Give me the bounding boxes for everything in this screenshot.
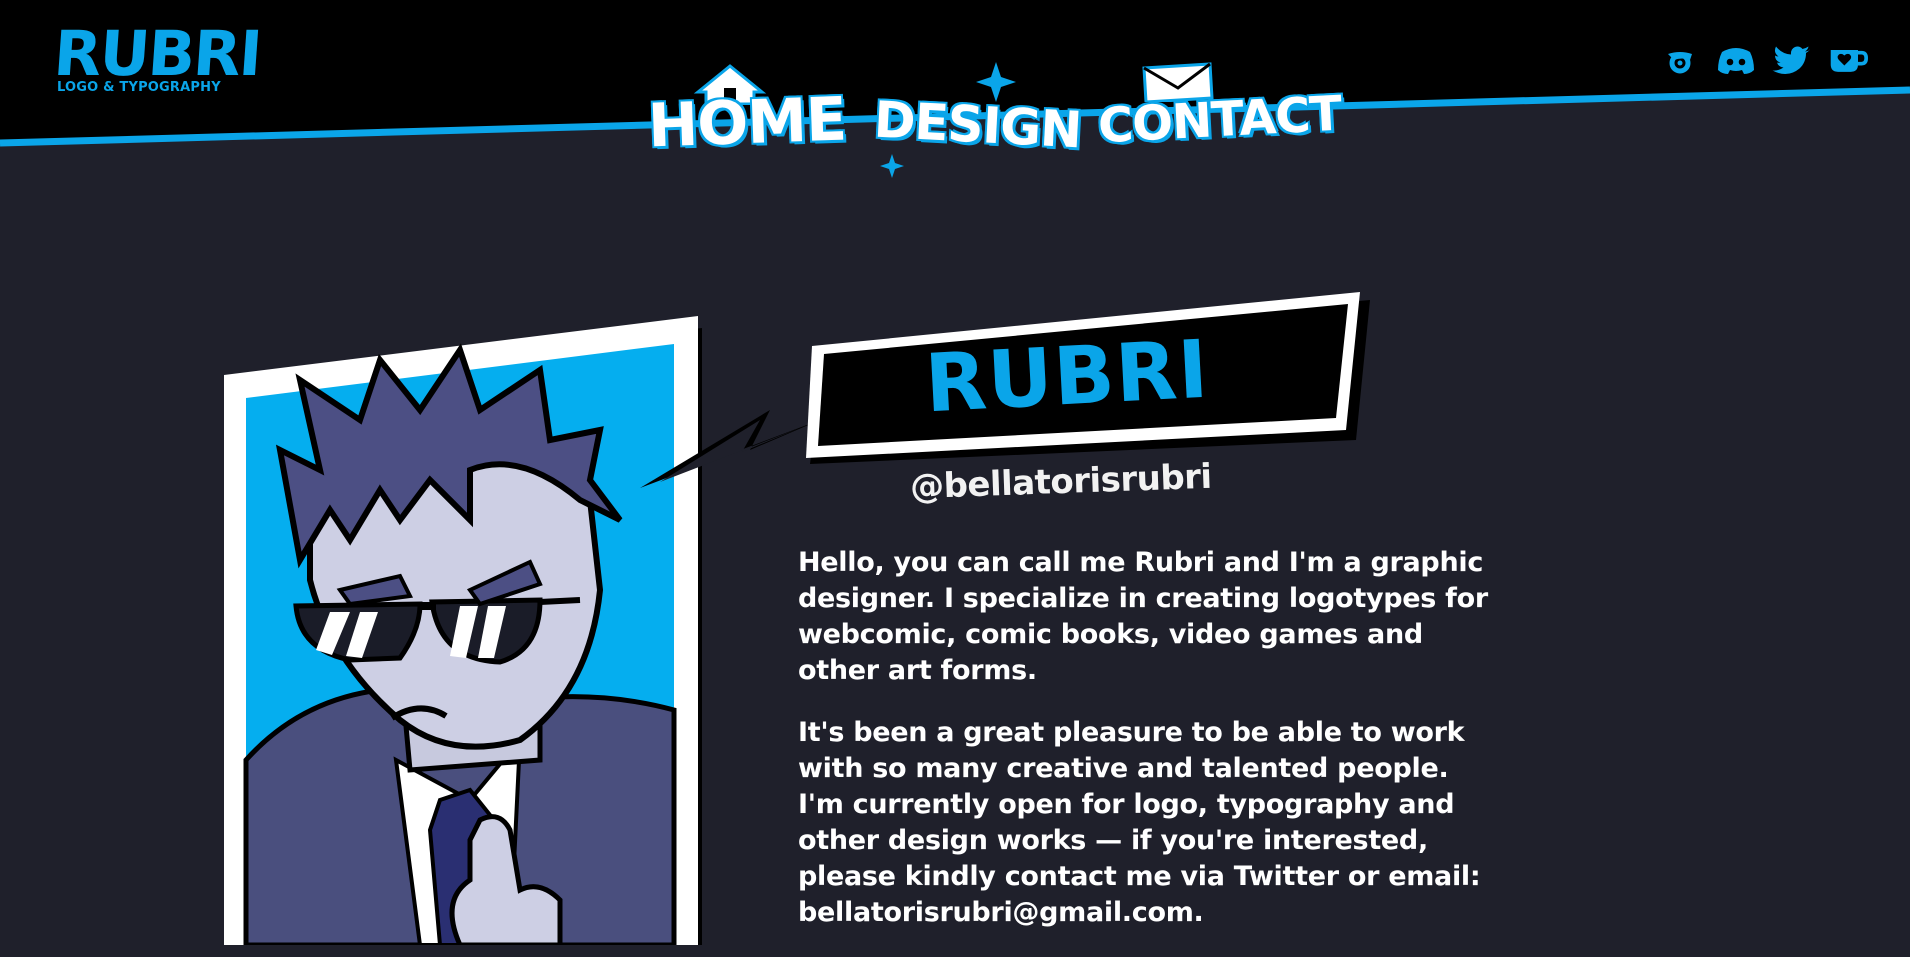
nav-design-label: DESIGN — [872, 90, 1084, 161]
name-banner: RUBRI — [800, 290, 1370, 470]
nav-contact-label: CONTACT — [1096, 85, 1344, 156]
site-logo[interactable]: RUBRI LOGO & TYPOGRAPHY — [51, 17, 263, 95]
social-links — [1660, 44, 1868, 76]
discord-icon[interactable] — [1716, 44, 1756, 76]
kofi-icon[interactable] — [1828, 44, 1868, 76]
bio-paragraph-intro: Hello, you can call me Rubri and I'm a g… — [798, 547, 1488, 686]
sparkle-small-icon — [880, 154, 904, 178]
nav-home-label: HOME — [646, 84, 848, 163]
gumroad-icon[interactable] — [1660, 44, 1700, 76]
bio-paragraph-availability: It's been a great pleasure to be able to… — [798, 717, 1481, 928]
logo-wordmark: RUBRI — [51, 17, 263, 90]
profile-bio: Hello, you can call me Rubri and I'm a g… — [798, 545, 1488, 957]
twitter-icon[interactable] — [1772, 44, 1812, 76]
nav-design-link[interactable]: DESIGN — [872, 90, 1084, 161]
nav-contact-link[interactable]: CONTACT — [1096, 85, 1344, 156]
profile-name: RUBRI — [922, 322, 1212, 431]
nav-home-link[interactable]: HOME — [646, 84, 848, 163]
